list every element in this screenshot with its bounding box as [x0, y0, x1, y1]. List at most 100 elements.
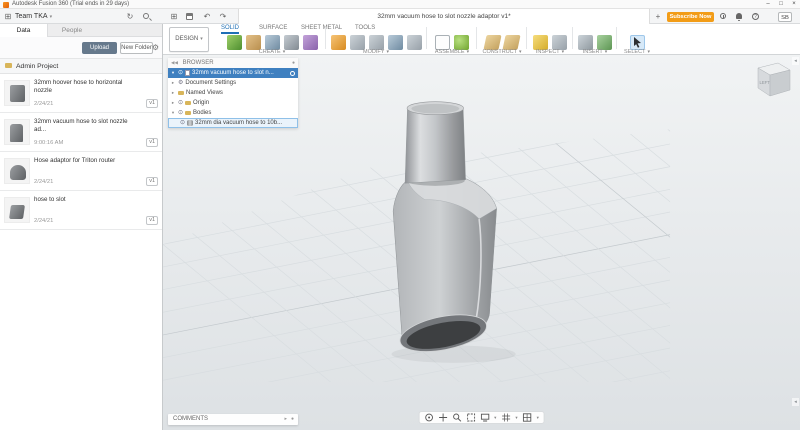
new-document-tab-button[interactable]: + — [652, 9, 664, 24]
browser-body-item[interactable]: ⊙ 32mm dia vacuum hose to 10b... — [168, 118, 298, 128]
list-item[interactable]: Hose adaptor for Triton router 2/24/21 v… — [0, 152, 162, 191]
close-button[interactable]: × — [788, 0, 800, 9]
fillet-icon[interactable] — [349, 35, 365, 50]
fit-view-icon[interactable] — [466, 413, 475, 422]
shell-icon[interactable] — [368, 35, 384, 50]
grid-settings-icon[interactable] — [501, 413, 510, 422]
item-title: hose to slot — [34, 196, 66, 203]
new-folder-button[interactable]: New Folder — [120, 42, 153, 54]
collapse-icon[interactable]: ◀◀ — [171, 60, 178, 65]
version-badge[interactable]: v1 — [146, 99, 158, 108]
ribbon-group-select: SELECT ▾ — [619, 34, 655, 55]
press-pull-icon[interactable] — [330, 35, 346, 50]
new-component-icon[interactable] — [435, 35, 450, 50]
browser-node-origin[interactable]: ▸ ⊙ Origin — [168, 98, 298, 108]
construction-plane-icon[interactable] — [483, 35, 502, 50]
comments-expand-icon[interactable]: ▸ — [284, 414, 287, 425]
construction-axis-icon[interactable] — [502, 35, 521, 50]
measure-icon[interactable] — [533, 35, 548, 50]
activate-radio-icon[interactable] — [290, 70, 295, 76]
tab-people[interactable]: People — [48, 24, 96, 37]
dropdown-caret-icon[interactable]: ▾ — [494, 415, 496, 421]
comments-menu-dot-icon[interactable]: ● — [291, 414, 294, 425]
browser-root-node[interactable]: ▾ ⊙ 32mm vacuum hose to slot n... — [168, 68, 298, 78]
section-analysis-icon[interactable] — [552, 35, 567, 50]
body-label: 32mm dia vacuum hose to 10b... — [195, 120, 283, 126]
visibility-eye-icon[interactable]: ⊙ — [180, 118, 185, 128]
version-badge[interactable]: v1 — [146, 177, 158, 186]
job-status-icon[interactable] — [720, 13, 726, 19]
visibility-eye-icon[interactable]: ⊙ — [178, 108, 183, 118]
tab-surface[interactable]: SURFACE — [259, 24, 287, 34]
folder-icon — [185, 110, 192, 116]
search-icon[interactable] — [143, 13, 149, 19]
project-header[interactable]: Admin Project — [0, 59, 162, 74]
sync-icon[interactable]: ↻ — [124, 9, 136, 24]
create-box-icon[interactable] — [245, 35, 261, 50]
subscribe-now-button[interactable]: Subscribe Now — [667, 11, 714, 22]
redo-icon[interactable]: ↷ — [217, 9, 229, 24]
document-tab[interactable]: 32mm vacuum hose to slot nozzle adaptor … — [238, 9, 650, 24]
pan-icon[interactable] — [438, 413, 447, 422]
tab-data[interactable]: Data — [0, 24, 48, 37]
team-switcher[interactable]: Team TKA ▾ — [15, 9, 52, 25]
save-icon[interactable] — [186, 13, 193, 20]
workspace-switcher[interactable]: DESIGN ▾ — [169, 27, 209, 52]
minimize-button[interactable]: – — [762, 0, 774, 9]
browser-menu-dot-icon[interactable]: ● — [292, 58, 295, 68]
tab-sheet-metal[interactable]: SHEET METAL — [301, 24, 342, 34]
notifications-bell-icon[interactable] — [736, 13, 742, 21]
dropdown-caret-icon[interactable]: ▾ — [515, 415, 517, 421]
insert-mesh-icon[interactable] — [597, 35, 612, 50]
panel-collapse-arrow-bottom[interactable]: ◂ — [792, 398, 799, 406]
app-grid-icon[interactable]: ⊞ — [3, 9, 13, 24]
offset-face-icon[interactable] — [406, 35, 422, 50]
ribbon-group-insert: INSERT ▾ — [575, 34, 615, 55]
maximize-button[interactable]: □ — [775, 0, 787, 9]
visibility-eye-icon[interactable]: ⊙ — [178, 68, 183, 78]
dropdown-caret-icon[interactable]: ▾ — [537, 415, 539, 421]
browser-node-bodies[interactable]: ▾ ⊙ Bodies — [168, 108, 298, 118]
panel-collapse-arrow-top[interactable]: ◂ — [792, 57, 799, 65]
viewports-icon[interactable] — [522, 413, 532, 422]
tab-solid[interactable]: SOLID — [221, 24, 240, 34]
list-item[interactable]: 32mm vacuum hose to slot nozzle ad... 9:… — [0, 113, 162, 152]
upload-button[interactable]: Upload — [82, 42, 117, 54]
comments-bar[interactable]: COMMENTS ● ▸ — [168, 414, 298, 425]
expand-icon[interactable]: ▾ — [170, 68, 176, 78]
expand-icon[interactable]: ▾ — [170, 108, 176, 118]
zoom-icon[interactable] — [452, 413, 461, 422]
model-vacuum-adapter[interactable] — [392, 101, 497, 358]
expand-icon[interactable]: ▸ — [170, 88, 176, 98]
orbit-icon[interactable] — [424, 413, 433, 422]
item-thumbnail — [4, 158, 30, 184]
browser-node-document-settings[interactable]: ▸ ⚙ Document Settings — [168, 78, 298, 88]
expand-icon[interactable]: ▸ — [170, 98, 176, 108]
browser-header[interactable]: ◀◀ BROWSER ● — [168, 58, 298, 68]
version-badge[interactable]: v1 — [146, 216, 158, 225]
extrude-icon[interactable] — [264, 35, 280, 50]
undo-icon[interactable]: ↶ — [201, 9, 213, 24]
3d-viewport[interactable]: ◀◀ BROWSER ● ▾ ⊙ 32mm vacuum hose to slo… — [163, 55, 800, 430]
combine-icon[interactable] — [387, 35, 403, 50]
create-sketch-icon[interactable] — [226, 35, 242, 50]
version-badge[interactable]: v1 — [146, 138, 158, 147]
expand-icon[interactable]: ▸ — [170, 78, 176, 88]
visibility-eye-icon[interactable]: ⊙ — [178, 98, 183, 108]
list-item[interactable]: hose to slot 2/24/21 v1 — [0, 191, 162, 230]
data-panel-toggle-icon[interactable]: ⊞ — [168, 9, 180, 24]
create-form-icon[interactable] — [302, 35, 318, 50]
chevron-down-icon: ▾ — [49, 14, 53, 20]
list-item[interactable]: 32mm hoover hose to horizontal nozzle 2/… — [0, 74, 162, 113]
view-cube[interactable]: LEFT — [748, 59, 794, 105]
settings-gear-icon[interactable]: ⚙ — [152, 40, 159, 55]
tab-tools[interactable]: TOOLS — [355, 24, 375, 34]
select-cursor-icon[interactable] — [629, 35, 645, 50]
revolve-icon[interactable] — [283, 35, 299, 50]
joint-icon[interactable] — [454, 35, 469, 50]
help-icon[interactable]: ? — [752, 12, 759, 20]
display-settings-icon[interactable] — [480, 413, 489, 422]
user-avatar[interactable]: SB — [778, 11, 792, 22]
browser-node-named-views[interactable]: ▸ Named Views — [168, 88, 298, 98]
insert-canvas-icon[interactable] — [578, 35, 593, 50]
